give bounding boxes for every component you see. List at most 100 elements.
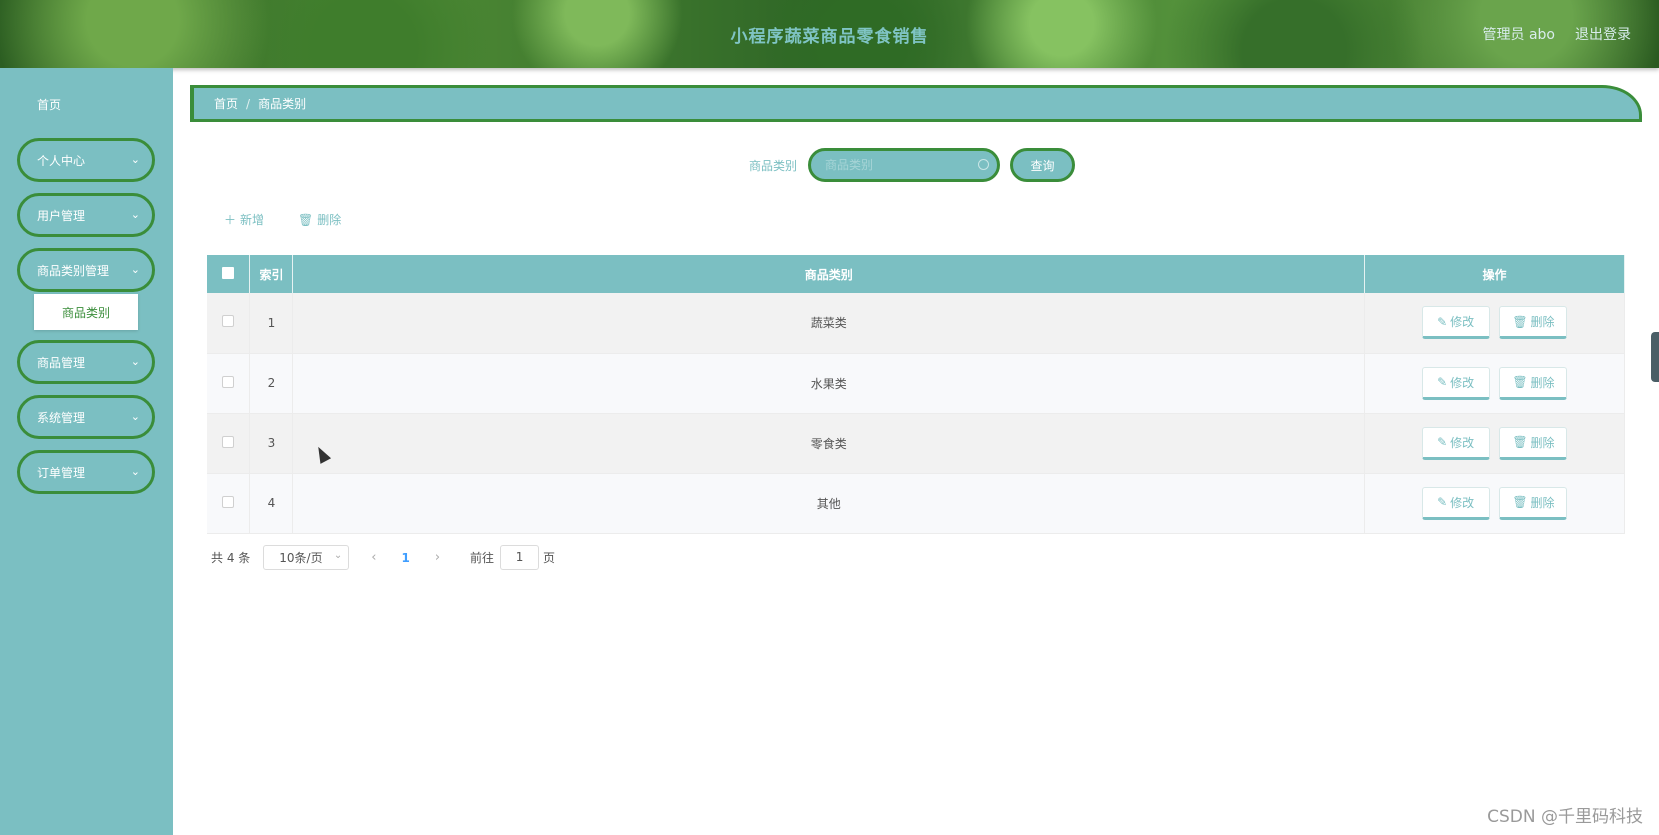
delete-button[interactable]: 🗑 删除 (1499, 486, 1568, 520)
edit-label: 修改 (1450, 435, 1475, 450)
query-button[interactable]: 查询 (1010, 148, 1075, 182)
watermark: CSDN @千里码科技 (1487, 807, 1643, 827)
row-index: 2 (249, 353, 294, 414)
delete-button[interactable]: 🗑 删除 (1499, 426, 1568, 460)
row-index: 4 (249, 473, 294, 534)
prev-page-icon[interactable]: ‹ (371, 550, 376, 565)
logout-link[interactable]: 退出登录 (1575, 24, 1631, 44)
search-input[interactable] (825, 158, 975, 172)
page-size-value: 10条/页 (279, 551, 323, 565)
edit-button[interactable]: ✎ 修改 (1421, 366, 1490, 400)
edit-button[interactable]: ✎ 修改 (1421, 426, 1490, 460)
row-actions: ✎ 修改 🗑 删除 (1364, 413, 1625, 474)
row-select-cell (207, 293, 251, 354)
sidebar-item-label: 个人中心 (37, 153, 86, 168)
row-select-cell (207, 353, 251, 414)
add-button-label: 新增 (240, 213, 265, 227)
select-all-cell (207, 255, 251, 293)
sidebar-item-system-management[interactable]: 系统管理 ⌄ (17, 395, 155, 439)
search-label: 商品类别 (749, 159, 798, 173)
current-page[interactable]: 1 (401, 551, 409, 565)
row-checkbox[interactable] (222, 435, 235, 448)
delete-label: 删除 (1530, 315, 1555, 330)
next-page-icon[interactable]: › (435, 550, 440, 565)
row-select-cell (207, 413, 251, 474)
current-user: 管理员 abo (1482, 27, 1555, 43)
row-actions: ✎ 修改 🗑 删除 (1364, 473, 1625, 534)
table-row: 1 蔬菜类 ✎ 修改 🗑 删除 (207, 293, 1625, 354)
trash-icon: 🗑 (1512, 375, 1528, 389)
chevron-down-icon: ⌄ (130, 153, 140, 166)
row-category: 水果类 (292, 353, 1366, 414)
row-checkbox[interactable] (222, 315, 235, 328)
row-checkbox[interactable] (222, 375, 235, 388)
header-banner: 小程序蔬菜商品零食销售 管理员 abo 退出登录 (0, 0, 1659, 68)
table-row: 4 其他 ✎ 修改 🗑 删除 (207, 473, 1625, 534)
edit-label: 修改 (1450, 375, 1475, 390)
breadcrumb: 首页 / 商品类别 (190, 85, 1642, 122)
column-header-category: 商品类别 (292, 255, 1366, 293)
app-title: 小程序蔬菜商品零食销售 (730, 27, 929, 47)
breadcrumb-current: 商品类别 (258, 97, 307, 111)
row-actions: ✎ 修改 🗑 删除 (1364, 293, 1625, 354)
chevron-down-icon: ⌄ (333, 550, 343, 561)
trash-icon: 🗑 (1512, 435, 1528, 449)
edit-button[interactable]: ✎ 修改 (1421, 306, 1490, 340)
delete-label: 删除 (1530, 375, 1555, 390)
page-size-select[interactable]: 10条/页 ⌄ (263, 545, 350, 570)
edit-label: 修改 (1450, 495, 1475, 510)
chevron-down-icon: ⌄ (130, 263, 140, 276)
edit-icon: ✎ (1437, 375, 1448, 389)
row-category: 零食类 (292, 413, 1366, 474)
row-index: 1 (249, 293, 294, 354)
delete-button[interactable]: 🗑 删除 (1499, 366, 1568, 400)
edit-icon: ✎ (1437, 435, 1448, 449)
table-row: 2 水果类 ✎ 修改 🗑 删除 (207, 353, 1625, 414)
toolbar: ＋ 新增 🗑 删除 (224, 211, 341, 228)
chevron-down-icon: ⌄ (130, 410, 140, 423)
sidebar-item-home[interactable]: 首页 (37, 96, 61, 113)
search-field[interactable] (808, 148, 1000, 182)
sidebar-item-label: 用户管理 (37, 208, 86, 223)
batch-delete-label: 删除 (317, 213, 342, 227)
sidebar: 首页 个人中心 ⌄ 用户管理 ⌄ 商品类别管理 ⌄ 商品类别 商品管理 ⌄ 系统… (0, 68, 173, 835)
total-count: 共 4 条 (211, 551, 251, 565)
row-category: 其他 (292, 473, 1366, 534)
sidebar-item-user-management[interactable]: 用户管理 ⌄ (17, 193, 155, 237)
chevron-down-icon: ⌄ (130, 355, 140, 368)
sidebar-item-label: 系统管理 (37, 410, 86, 425)
row-category: 蔬菜类 (292, 293, 1366, 354)
header-actions: 管理员 abo 退出登录 (1483, 24, 1631, 44)
row-checkbox[interactable] (222, 495, 235, 508)
delete-label: 删除 (1530, 435, 1555, 450)
sidebar-item-product-management[interactable]: 商品管理 ⌄ (17, 340, 155, 384)
delete-label: 删除 (1530, 495, 1555, 510)
search-icon (978, 159, 989, 170)
plus-icon: ＋ (224, 213, 237, 227)
trash-icon: 🗑 (298, 212, 314, 227)
column-header-actions: 操作 (1364, 255, 1625, 293)
trash-icon: 🗑 (1512, 314, 1528, 329)
breadcrumb-home[interactable]: 首页 (214, 95, 238, 112)
table-row: 3 零食类 ✎ 修改 🗑 删除 (207, 413, 1625, 474)
batch-delete-button[interactable]: 🗑 删除 (298, 211, 341, 228)
chevron-down-icon: ⌄ (130, 465, 140, 478)
delete-button[interactable]: 🗑 删除 (1499, 306, 1568, 340)
row-actions: ✎ 修改 🗑 删除 (1364, 353, 1625, 414)
select-all-checkbox[interactable] (222, 266, 235, 279)
sidebar-item-category-management[interactable]: 商品类别管理 ⌄ (17, 248, 155, 292)
page-unit-label: 页 (543, 551, 556, 565)
sidebar-item-label: 商品类别管理 (37, 263, 110, 278)
goto-page-input[interactable]: 1 (500, 545, 540, 570)
trash-icon: 🗑 (1512, 495, 1528, 509)
sidebar-item-order-management[interactable]: 订单管理 ⌄ (17, 450, 155, 494)
side-panel-handle[interactable] (1651, 332, 1659, 382)
table-header-row: 索引 商品类别 操作 (207, 255, 1625, 293)
chevron-down-icon: ⌄ (130, 208, 140, 221)
sidebar-item-personal-center[interactable]: 个人中心 ⌄ (17, 138, 155, 182)
goto-label: 前往 (470, 551, 495, 565)
pagination: 共 4 条 10条/页 ⌄ ‹ 1 › 前往 1 页 (211, 545, 555, 570)
sidebar-subitem-category[interactable]: 商品类别 (34, 294, 138, 330)
add-button[interactable]: ＋ 新增 (224, 211, 264, 228)
edit-button[interactable]: ✎ 修改 (1421, 486, 1490, 520)
